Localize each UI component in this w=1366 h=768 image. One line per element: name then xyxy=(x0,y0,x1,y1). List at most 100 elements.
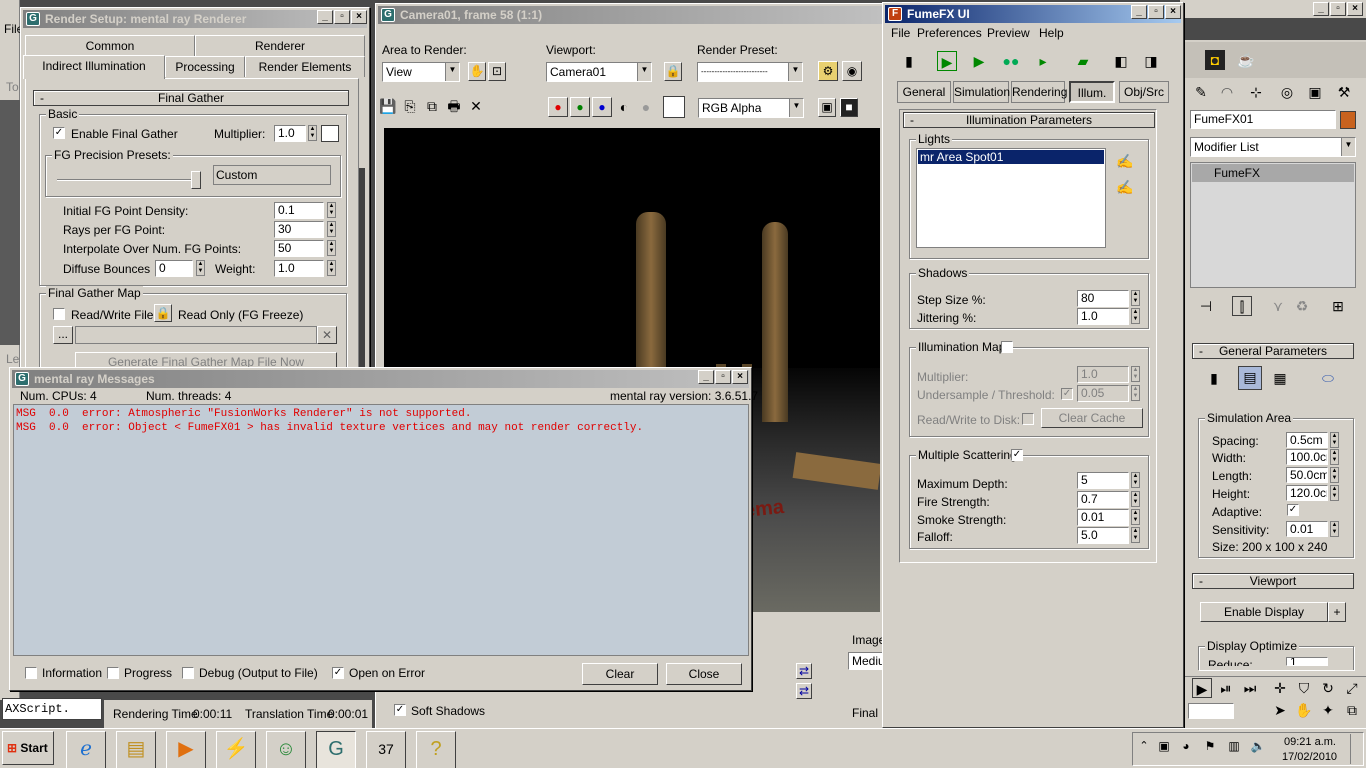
tab-common[interactable]: Common xyxy=(25,35,195,56)
save-image-icon[interactable]: 💾 xyxy=(378,96,398,116)
final-gather-rollout[interactable]: - Final Gather xyxy=(33,90,349,106)
add-light-icon[interactable]: ✍ xyxy=(1115,151,1135,171)
weight-spinner[interactable]: ▲ ▼ xyxy=(327,260,336,276)
camera-titlebar[interactable]: G Camera01, frame 58 (1:1) xyxy=(378,6,882,24)
close-button[interactable]: × xyxy=(351,10,367,24)
display-tab-icon[interactable]: ▣ xyxy=(1305,82,1325,102)
make-unique-icon[interactable]: ⋎ xyxy=(1268,296,1288,316)
multiplier-spinner[interactable]: ▲ ▼ xyxy=(308,125,317,141)
auto-region-icon[interactable]: ⊡ xyxy=(488,62,506,81)
min-max-toggle-icon[interactable]: ⧉ xyxy=(1342,700,1362,720)
object-color-swatch[interactable] xyxy=(1340,111,1356,129)
diffuse-bounces-field[interactable]: 0 xyxy=(155,260,193,277)
viewport-dropdown[interactable]: Camera01 ▼ xyxy=(546,62,652,82)
copy-image-icon[interactable]: ⎘ xyxy=(400,96,420,116)
media-player-icon[interactable]: ▶ xyxy=(166,731,206,768)
step-size-spinner[interactable]: ▲ ▼ xyxy=(1131,290,1140,306)
remove-modifier-icon[interactable]: ♻ xyxy=(1292,296,1312,316)
orbit-icon[interactable]: ↻ xyxy=(1318,678,1338,698)
edit-region-icon[interactable]: ✋ xyxy=(468,62,486,81)
render-setup-icon[interactable]: ⚙ xyxy=(818,61,838,81)
max-depth-spinner[interactable]: ▲ ▼ xyxy=(1131,472,1140,488)
progress-checkbox[interactable] xyxy=(107,667,119,679)
play-sim-icon[interactable]: ▶ xyxy=(969,51,989,71)
jittering-field[interactable]: 1.0 xyxy=(1077,308,1129,325)
max-depth-field[interactable]: 5 xyxy=(1077,472,1129,489)
pan-icon[interactable]: ✋ xyxy=(1294,700,1314,720)
max-minimize-button[interactable]: _ xyxy=(1313,2,1329,16)
enable-display-button[interactable]: Enable Display xyxy=(1200,602,1328,622)
maximize-button[interactable]: ▫ xyxy=(715,370,731,384)
menu-preview[interactable]: Preview xyxy=(987,26,1030,40)
sensitivity-spinner[interactable]: ▲ ▼ xyxy=(1330,521,1339,537)
minimize-button[interactable]: _ xyxy=(317,10,333,24)
zoom-icon[interactable]: ✛ xyxy=(1270,678,1290,698)
length-field[interactable]: 50.0cm xyxy=(1286,467,1328,483)
viewport-rollout[interactable]: - Viewport xyxy=(1192,573,1354,589)
print-icon[interactable]: 🖶 xyxy=(444,96,464,116)
soft-shadows-checkbox[interactable]: ✓ xyxy=(394,704,406,716)
initial-density-field[interactable]: 0.1 xyxy=(274,202,324,219)
capsule-icon[interactable]: ⬭ xyxy=(1318,368,1338,388)
smoke-strength-field[interactable]: 0.01 xyxy=(1077,509,1129,526)
motion-tab-icon[interactable]: ◎ xyxy=(1277,82,1297,102)
information-checkbox[interactable] xyxy=(25,667,37,679)
maxscript-listener[interactable]: AXScript. xyxy=(2,698,102,720)
minimize-button[interactable]: _ xyxy=(698,370,714,384)
create-tab-icon[interactable]: ✎ xyxy=(1191,82,1211,102)
general-params-rollout[interactable]: - General Parameters xyxy=(1192,343,1354,359)
volume-tray-icon[interactable]: 🔈 xyxy=(1248,736,1268,756)
wavelet-icon[interactable]: ▰ xyxy=(1073,51,1093,71)
menu-file[interactable]: File xyxy=(891,26,910,40)
red-channel-button[interactable]: ● xyxy=(548,97,568,117)
render-setup-titlebar[interactable]: G Render Setup: mental ray Renderer xyxy=(23,10,367,28)
menu-preferences[interactable]: Preferences xyxy=(917,26,982,40)
panda-tray-icon[interactable]: ◕ xyxy=(1176,736,1196,756)
menu-help[interactable]: Help xyxy=(1039,26,1064,40)
illum-multiplier-field[interactable]: 1.0 xyxy=(1077,366,1129,383)
interpolate-field[interactable]: 50 xyxy=(274,240,324,257)
rays-field[interactable]: 30 xyxy=(274,221,324,238)
teapot-icon[interactable]: ☕ xyxy=(1236,50,1256,70)
clear-x-icon[interactable]: ✕ xyxy=(466,96,486,116)
zoom-all-icon[interactable]: ⛉ xyxy=(1294,678,1314,698)
undersample-field[interactable]: 0.05 xyxy=(1077,385,1129,402)
network-tray-icon[interactable]: ▥ xyxy=(1224,736,1244,756)
falloff-spinner[interactable]: ▲ ▼ xyxy=(1131,527,1140,543)
tab-renderer[interactable]: Renderer xyxy=(195,35,365,56)
preview-sim-icon[interactable]: ●● xyxy=(1001,51,1021,71)
step-size-field[interactable]: 80 xyxy=(1077,290,1129,307)
length-spinner[interactable]: ▲ ▼ xyxy=(1330,467,1339,483)
open-on-error-checkbox[interactable]: ✓ xyxy=(332,667,344,679)
cache-icon[interactable]: ◧ xyxy=(1111,51,1131,71)
properties-icon[interactable]: ▤ xyxy=(1238,366,1262,390)
enable-display-plus-button[interactable]: + xyxy=(1328,602,1346,622)
start-button[interactable]: ⊞ Start xyxy=(2,731,54,765)
minimize-button[interactable]: _ xyxy=(1131,5,1147,19)
multiplier-field[interactable]: 1.0 xyxy=(274,125,306,142)
play-icon[interactable]: ▶ xyxy=(1192,678,1212,698)
frame-field[interactable] xyxy=(1188,703,1234,719)
render-setup-scrollbar[interactable] xyxy=(359,168,365,368)
channel-dropdown[interactable]: RGB Alpha ▼ xyxy=(698,98,804,118)
reduce-field[interactable]: 1 xyxy=(1286,657,1328,666)
fg-color-swatch[interactable] xyxy=(321,125,339,142)
refresh-icon-2[interactable]: ⇄ xyxy=(796,683,812,699)
spacing-spinner[interactable]: ▲ ▼ xyxy=(1330,432,1339,448)
height-field[interactable]: 120.0cr xyxy=(1286,485,1328,501)
diffuse-bounces-spinner[interactable]: ▲ ▼ xyxy=(196,260,205,276)
maximize-button[interactable]: ▫ xyxy=(1148,5,1164,19)
viewport-lock-icon[interactable]: 🔒 xyxy=(664,62,682,81)
jittering-spinner[interactable]: ▲ ▼ xyxy=(1131,308,1140,324)
rays-spinner[interactable]: ▲ ▼ xyxy=(327,221,336,237)
blue-channel-button[interactable]: ● xyxy=(592,97,612,117)
hierarchy-tab-icon[interactable]: ⊹ xyxy=(1246,82,1266,102)
fg-preset-slider-track[interactable] xyxy=(57,179,201,181)
tab-rendering[interactable]: Rendering xyxy=(1011,81,1067,103)
camera-tray-icon[interactable]: ▣ xyxy=(1154,736,1174,756)
open-file-icon[interactable]: ▮ xyxy=(899,51,919,71)
save-cache-icon[interactable]: ◨ xyxy=(1141,51,1161,71)
browse-button[interactable]: ... xyxy=(53,326,73,344)
read-write-file-checkbox[interactable] xyxy=(53,308,65,320)
tool-icon[interactable]: ⚡ xyxy=(216,731,256,768)
